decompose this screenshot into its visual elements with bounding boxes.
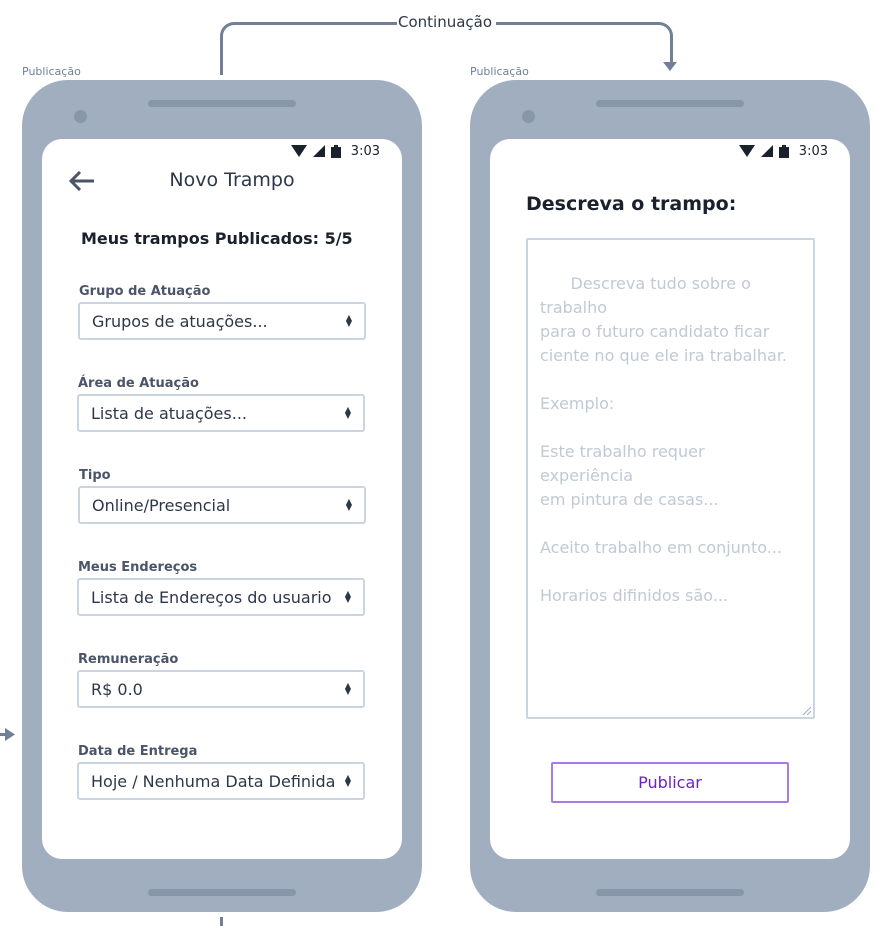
connector-label: Continuação bbox=[397, 13, 493, 31]
select-delivery-date[interactable]: Hoje / Nenhuma Data Definida ▲ ▼ bbox=[77, 762, 365, 800]
textarea-placeholder: Descreva tudo sobre o trabalho para o fu… bbox=[540, 274, 788, 605]
outgoing-connector-line bbox=[220, 917, 223, 926]
select-value: Lista de atuações... bbox=[91, 403, 247, 423]
frame-label: Publicação bbox=[470, 65, 529, 78]
page-title: Novo Trampo bbox=[169, 169, 295, 191]
select-value: Online/Presencial bbox=[92, 495, 231, 515]
select-arrows-icon: ▲ ▼ bbox=[344, 405, 351, 420]
signal-icon bbox=[760, 145, 773, 157]
description-textarea[interactable]: Descreva tudo sobre o trabalho para o fu… bbox=[526, 238, 815, 719]
select-arrows-icon: ▲ ▼ bbox=[344, 681, 351, 696]
publish-button[interactable]: Publicar bbox=[551, 762, 789, 803]
screen-description: 3:03 Descreva o trampo: Descreva tudo so… bbox=[490, 139, 850, 859]
battery-icon bbox=[330, 144, 341, 158]
select-payment[interactable]: R$ 0.0 ▲ ▼ bbox=[77, 670, 365, 708]
field-label-type: Tipo bbox=[79, 468, 111, 483]
published-count: Meus trampos Publicados: 5/5 bbox=[81, 229, 353, 248]
select-arrows-icon: ▲ ▼ bbox=[344, 773, 351, 788]
select-arrows-icon: ▲ ▼ bbox=[344, 589, 351, 604]
signal-icon bbox=[312, 145, 325, 157]
status-time: 3:03 bbox=[798, 143, 828, 159]
publish-button-label: Publicar bbox=[638, 773, 702, 792]
select-group[interactable]: Grupos de atuações... ▲ ▼ bbox=[78, 302, 366, 340]
field-label-area: Área de Atuação bbox=[78, 376, 199, 391]
field-label-group: Grupo de Atuação bbox=[79, 284, 211, 299]
wifi-icon bbox=[738, 145, 755, 157]
phone-camera bbox=[74, 110, 87, 123]
select-value: Lista de Endereços do usuario bbox=[91, 587, 332, 607]
description-title: Descreva o trampo: bbox=[526, 193, 737, 215]
phone-home-bar bbox=[148, 889, 296, 896]
incoming-arrowhead-icon bbox=[5, 728, 15, 741]
status-time: 3:03 bbox=[350, 143, 380, 159]
select-arrows-icon: ▲ ▼ bbox=[345, 313, 352, 328]
resize-handle-icon[interactable] bbox=[801, 705, 811, 715]
connector-arrowhead-icon bbox=[663, 62, 677, 71]
select-type[interactable]: Online/Presencial ▲ ▼ bbox=[78, 486, 366, 524]
field-label-payment: Remuneração bbox=[78, 652, 179, 667]
wifi-icon bbox=[290, 145, 307, 157]
phone-frame-new-job: 3:03 Novo Trampo Meus trampos Publicados… bbox=[22, 80, 422, 912]
frame-label: Publicação bbox=[22, 65, 81, 78]
select-arrows-icon: ▲ ▼ bbox=[345, 497, 352, 512]
select-value: Hoje / Nenhuma Data Definida bbox=[91, 771, 336, 791]
screen-new-job: 3:03 Novo Trampo Meus trampos Publicados… bbox=[42, 139, 402, 859]
phone-speaker bbox=[148, 100, 296, 107]
connector-line-right bbox=[496, 22, 673, 67]
field-label-addresses: Meus Endereços bbox=[78, 560, 198, 575]
select-area[interactable]: Lista de atuações... ▲ ▼ bbox=[77, 394, 365, 432]
phone-frame-description: 3:03 Descreva o trampo: Descreva tudo so… bbox=[470, 80, 870, 912]
connector-line-left bbox=[220, 22, 397, 75]
phone-camera bbox=[522, 110, 535, 123]
field-label-delivery-date: Data de Entrega bbox=[78, 744, 198, 759]
phone-home-bar bbox=[596, 889, 744, 896]
phone-speaker bbox=[596, 100, 744, 107]
battery-icon bbox=[778, 144, 789, 158]
select-addresses[interactable]: Lista de Endereços do usuario ▲ ▼ bbox=[77, 578, 365, 616]
select-value: Grupos de atuações... bbox=[92, 311, 268, 331]
select-value: R$ 0.0 bbox=[91, 679, 143, 699]
status-bar: 3:03 bbox=[290, 143, 380, 159]
status-bar: 3:03 bbox=[738, 143, 828, 159]
